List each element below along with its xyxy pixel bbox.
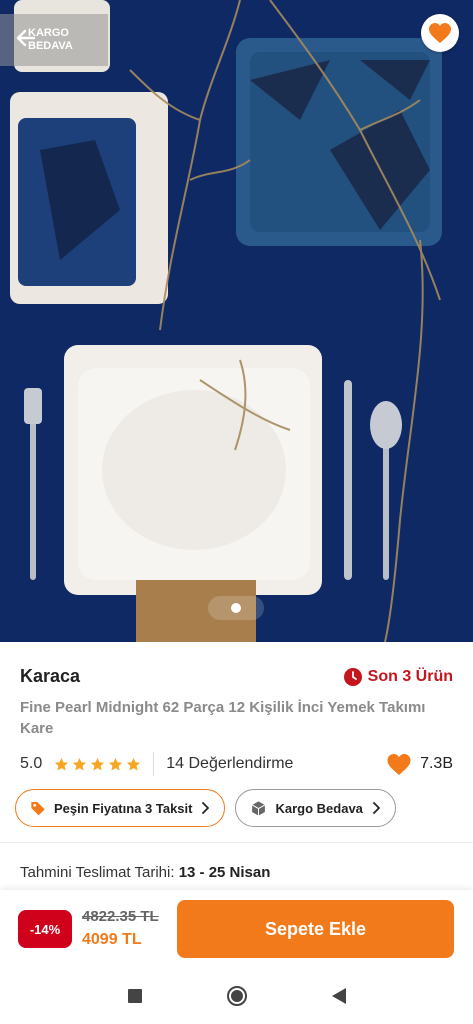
triangle-back-icon [331, 988, 346, 1004]
estimated-delivery: Tahmini Teslimat Tarihi: 13 - 25 Nisan [20, 864, 270, 881]
product-info: Karaca Son 3 Ürün Fine Pearl Midnight 62… [0, 642, 473, 827]
tag-icon [31, 802, 45, 816]
favorite-button[interactable] [421, 14, 459, 52]
star-icon [91, 757, 105, 770]
product-image-carousel[interactable]: KARGO BEDAVA [0, 0, 473, 642]
heart-icon [429, 23, 451, 43]
pager-dot-active [231, 603, 241, 613]
chevron-right-icon [202, 802, 210, 814]
rating-score: 5.0 [20, 755, 43, 772]
delivery-label: Tahmini Teslimat Tarihi: [20, 864, 175, 881]
star-icon [55, 757, 69, 770]
system-nav-bar [0, 968, 473, 1024]
old-price: 4822.35 TL [82, 908, 159, 925]
stock-warning: Son 3 Ürün [343, 667, 453, 686]
delivery-dates: 13 - 25 Nisan [178, 864, 271, 881]
stock-text: Son 3 Ürün [367, 667, 453, 685]
free-shipping-chip[interactable]: Kargo Bedava [235, 789, 396, 827]
star-icon [73, 757, 87, 770]
home-button[interactable] [225, 984, 249, 1008]
recents-button[interactable] [123, 984, 147, 1008]
box-icon [252, 800, 266, 816]
purchase-bar: -14% 4822.35 TL 4099 TL Sepete Ekle [0, 890, 473, 968]
discount-badge: -14% [18, 910, 72, 948]
section-divider [0, 842, 473, 843]
installment-label: Peşin Fiyatına 3 Taksit [54, 800, 193, 816]
image-pager [208, 596, 264, 620]
divider [153, 752, 155, 776]
favorites-count: 7.3B [386, 753, 453, 776]
installment-chip[interactable]: Peşin Fiyatına 3 Taksit [15, 789, 226, 827]
square-icon [127, 989, 142, 1003]
star-icon [109, 757, 123, 770]
brand-name[interactable]: Karaca [20, 666, 80, 687]
heart-icon [387, 753, 411, 775]
back-button[interactable] [6, 18, 46, 58]
product-title: Fine Pearl Midnight 62 Parça 12 Kişilik … [20, 699, 426, 737]
circle-icon [226, 986, 247, 1006]
free-shipping-label: Kargo Bedava [275, 800, 363, 816]
rating-row[interactable]: 5.0 14 Değerlendirme 7.3B [0, 739, 473, 776]
current-price: 4099 TL [82, 931, 142, 948]
star-icon [127, 757, 141, 770]
arrow-left-icon [16, 29, 36, 47]
reviews-link[interactable]: 14 Değerlendirme [166, 755, 386, 773]
clock-icon [343, 667, 362, 686]
rating-stars [54, 757, 141, 772]
promo-chips: Peşin Fiyatına 3 Taksit Kargo Bedava [0, 775, 473, 827]
system-back-button[interactable] [327, 984, 351, 1008]
chevron-right-icon [373, 802, 380, 814]
product-photo [0, 0, 473, 642]
add-to-cart-button[interactable]: Sepete Ekle [177, 900, 454, 958]
favorites-count-text: 7.3B [420, 755, 453, 772]
